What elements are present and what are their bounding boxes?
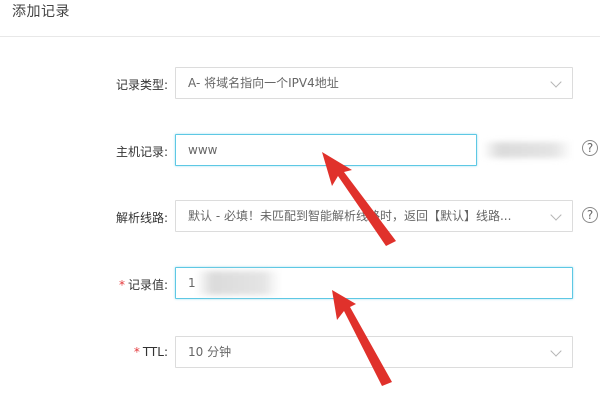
chevron-down-icon <box>550 76 562 88</box>
resolve-line-label: 解析线路: <box>115 211 168 225</box>
chevron-down-icon <box>550 209 562 221</box>
host-record-label: 主机记录: <box>115 145 168 159</box>
required-mark: * <box>118 278 125 292</box>
ttl-label: * TTL: <box>133 345 168 359</box>
host-record-row: 主机记录: www ? <box>0 134 600 168</box>
dialog-title: 添加记录 <box>12 4 70 20</box>
redacted-domain-suffix <box>482 142 572 158</box>
record-value-text: 1 <box>188 276 196 290</box>
ttl-value: 10 分钟 <box>188 345 232 359</box>
required-mark: * <box>133 345 140 359</box>
add-record-dialog: 添加记录 记录类型: A- 将域名指向一个IPV4地址 主机记录: www ? … <box>0 0 600 400</box>
ttl-row: * TTL: 10 分钟 <box>0 336 600 370</box>
ttl-select[interactable]: 10 分钟 <box>175 336 573 368</box>
record-value-label: * 记录值: <box>118 278 168 292</box>
resolve-line-row: 解析线路: 默认 - 必填！未匹配到智能解析线路时，返回【默认】线路... ? <box>0 200 600 234</box>
host-record-value: www <box>188 143 218 157</box>
redacted-ip-address <box>196 271 280 295</box>
resolve-line-select[interactable]: 默认 - 必填！未匹配到智能解析线路时，返回【默认】线路... <box>175 200 573 232</box>
host-record-help-icon[interactable]: ? <box>582 140 598 156</box>
resolve-line-value: 默认 - 必填！未匹配到智能解析线路时，返回【默认】线路... <box>188 209 512 223</box>
record-value-row: * 记录值: 1 <box>0 267 600 301</box>
dialog-header: 添加记录 <box>0 0 600 37</box>
host-record-input[interactable]: www <box>175 134 477 166</box>
resolve-line-help-icon[interactable]: ? <box>582 207 598 223</box>
record-type-select[interactable]: A- 将域名指向一个IPV4地址 <box>175 67 573 99</box>
record-type-value: A- 将域名指向一个IPV4地址 <box>188 76 339 90</box>
record-type-row: 记录类型: A- 将域名指向一个IPV4地址 <box>0 67 600 101</box>
chevron-down-icon <box>550 345 562 357</box>
record-type-label: 记录类型: <box>115 78 168 92</box>
